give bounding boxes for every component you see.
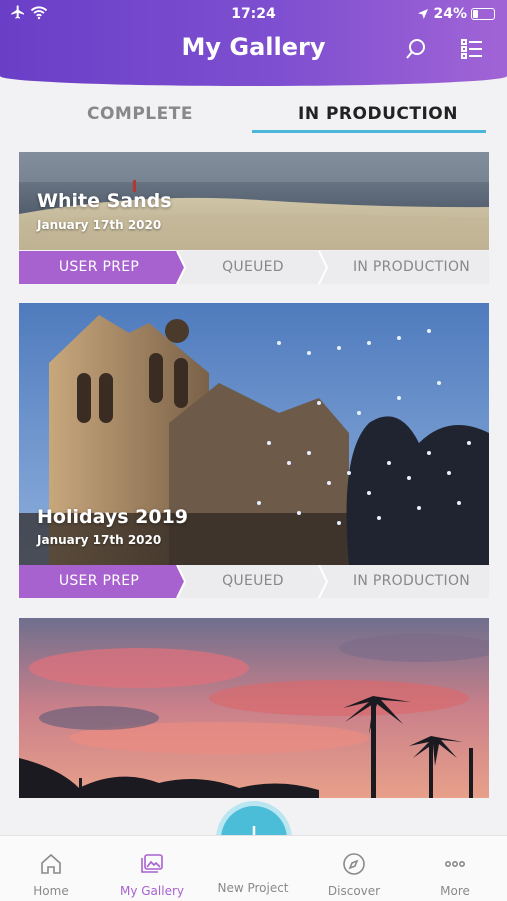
progress-steps: USER PREP QUEUED IN PRODUCTION (19, 251, 489, 284)
step-queued: QUEUED (222, 573, 284, 589)
more-icon (444, 861, 465, 868)
bottom-tab-bar: Home My Gallery New Project Discover Mor… (0, 835, 507, 901)
step-queued: QUEUED (222, 259, 284, 275)
status-bar: 17:24 24% (0, 4, 507, 24)
tab-in-production[interactable]: IN PRODUCTION (298, 104, 458, 124)
location-arrow-icon (418, 9, 429, 19)
active-tab-indicator (252, 130, 486, 133)
battery-icon (471, 8, 495, 20)
new-project-spacer (241, 852, 265, 876)
tab-label: My Gallery (119, 884, 184, 898)
project-card-white-sands[interactable]: White Sands January 17th 2020 USER PREP … (19, 152, 489, 284)
card-date: January 17th 2020 (37, 218, 162, 232)
step-in-production: IN PRODUCTION (352, 573, 471, 589)
card-title: White Sands (37, 190, 172, 212)
tab-my-gallery[interactable]: My Gallery (107, 844, 197, 898)
status-right: 24% (417, 6, 495, 22)
tab-label: Discover (327, 884, 381, 898)
card-image-sunset (19, 618, 489, 798)
battery-percent: 24% (433, 6, 467, 22)
list-icon[interactable] (460, 37, 484, 61)
progress-steps: USER PREP QUEUED IN PRODUCTION (19, 565, 489, 598)
header-bar: 17:24 24% My Gallery (0, 0, 507, 86)
tab-label: Home (33, 884, 69, 898)
gallery-icon (141, 854, 163, 873)
tab-discover[interactable]: Discover (309, 844, 399, 898)
home-icon (41, 853, 61, 874)
tab-home[interactable]: Home (6, 844, 96, 898)
step-user-prep: USER PREP (58, 573, 140, 589)
search-icon[interactable] (404, 37, 428, 61)
card-date: January 17th 2020 (37, 533, 162, 547)
tab-label: New Project (217, 881, 289, 895)
tab-more[interactable]: More (410, 844, 500, 898)
gallery-tabs: COMPLETE IN PRODUCTION (0, 96, 507, 136)
tab-label: More (440, 884, 470, 898)
project-card-sunset[interactable] (19, 618, 489, 798)
page-title: My Gallery (181, 33, 326, 61)
tab-new-project[interactable]: New Project (208, 844, 298, 895)
compass-icon (343, 853, 365, 875)
step-in-production: IN PRODUCTION (352, 259, 471, 275)
project-card-holidays-2019[interactable]: Holidays 2019 January 17th 2020 USER PRE… (19, 303, 489, 599)
tab-complete[interactable]: COMPLETE (87, 104, 193, 124)
card-title: Holidays 2019 (37, 506, 189, 528)
step-user-prep: USER PREP (58, 259, 140, 275)
